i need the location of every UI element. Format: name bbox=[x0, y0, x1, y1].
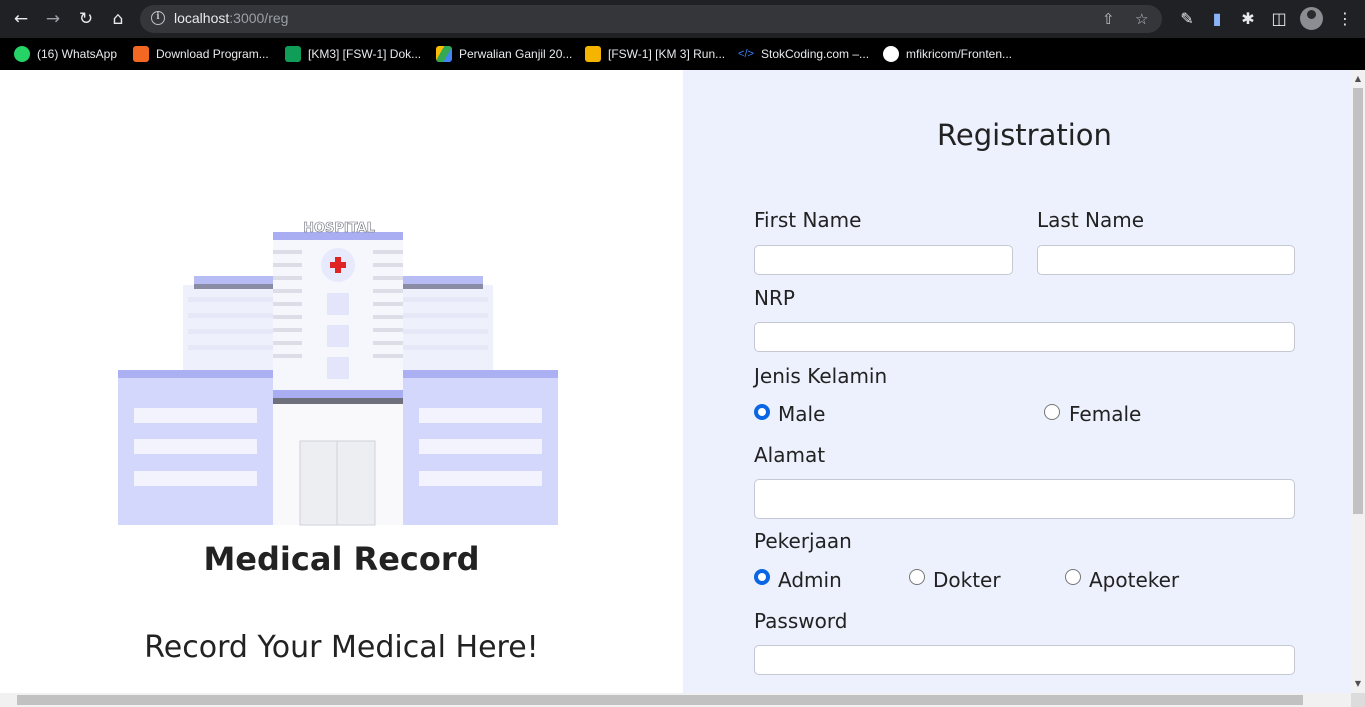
job-label: Pekerjaan bbox=[754, 529, 852, 553]
bookmark-label: Perwalian Ganjil 20... bbox=[459, 47, 573, 61]
page-content: HOSPITAL Medical Record Record Your Medi… bbox=[0, 70, 1365, 693]
address-bar[interactable]: i localhost:3000/reg ⇧ ☆ bbox=[140, 5, 1162, 33]
bookmark-whatsapp[interactable]: (16) WhatsApp bbox=[14, 45, 117, 63]
sheets-icon bbox=[285, 45, 301, 62]
hospital-illustration: HOSPITAL bbox=[118, 221, 558, 526]
bookmark-download[interactable]: Download Program... bbox=[133, 45, 269, 63]
gender-male-radio[interactable] bbox=[754, 404, 770, 420]
blogger-icon bbox=[133, 45, 149, 62]
brand-title: Medical Record bbox=[203, 540, 480, 578]
registration-panel: Registration First Name Last Name NRP Je… bbox=[683, 70, 1351, 693]
url-text: localhost:3000/reg bbox=[174, 10, 288, 26]
first-name-label: First Name bbox=[754, 208, 862, 232]
extensions-puzzle-icon[interactable]: ✱ bbox=[1237, 8, 1259, 30]
bookmark-fsw1[interactable]: [FSW-1] [KM 3] Run... bbox=[585, 45, 725, 63]
bookmarks-bar: (16) WhatsApp Download Program... [KM3] … bbox=[0, 38, 1365, 70]
bookmark-star-icon[interactable]: ☆ bbox=[1135, 10, 1148, 28]
site-info-icon[interactable]: i bbox=[151, 11, 165, 25]
home-icon[interactable]: ⌂ bbox=[107, 8, 129, 30]
job-apoteker-radio[interactable] bbox=[1065, 569, 1081, 585]
gender-female-label: Female bbox=[1069, 402, 1142, 426]
horizontal-scrollbar[interactable] bbox=[0, 693, 1351, 707]
bookmark-label: [FSW-1] [KM 3] Run... bbox=[608, 47, 726, 61]
bookmark-github[interactable]: mfikricom/Fronten... bbox=[883, 45, 1012, 63]
horizontal-scroll-thumb[interactable] bbox=[17, 695, 1303, 705]
nrp-label: NRP bbox=[754, 286, 795, 310]
vertical-scroll-thumb[interactable] bbox=[1353, 88, 1363, 514]
address-label: Alamat bbox=[754, 443, 826, 467]
scroll-down-icon[interactable]: ▼ bbox=[1351, 677, 1365, 691]
bookmark-label: mfikricom/Fronten... bbox=[906, 47, 1013, 61]
password-label: Password bbox=[754, 609, 848, 633]
bookmark-label: [KM3] [FSW-1] Dok... bbox=[308, 47, 422, 61]
reload-icon[interactable]: ↻ bbox=[75, 8, 97, 30]
url-host: localhost bbox=[174, 10, 230, 26]
forward-icon[interactable]: → bbox=[42, 8, 64, 30]
drive-icon bbox=[436, 45, 452, 62]
bookmark-km3[interactable]: [KM3] [FSW-1] Dok... bbox=[285, 45, 421, 63]
side-panel-icon[interactable]: ◫ bbox=[1268, 8, 1290, 30]
extension-pen-icon[interactable]: ✎ bbox=[1176, 8, 1198, 30]
bookmark-stokcoding[interactable]: </> StokCoding.com –... bbox=[738, 45, 869, 63]
vertical-scrollbar[interactable]: ▲ ▼ bbox=[1351, 70, 1365, 693]
password-input[interactable] bbox=[754, 645, 1295, 675]
url-path: :3000/reg bbox=[229, 10, 289, 26]
code-icon: </> bbox=[738, 47, 754, 60]
browser-toolbar: ← → ↻ ⌂ i localhost:3000/reg ⇧ ☆ ✎ ▮ ✱ ◫… bbox=[0, 0, 1365, 38]
bookmark-label: Download Program... bbox=[156, 47, 269, 61]
hospital-sign: HOSPITAL bbox=[303, 221, 375, 236]
bookmark-perwalian[interactable]: Perwalian Ganjil 20... bbox=[436, 45, 572, 63]
whatsapp-icon bbox=[14, 45, 30, 62]
profile-avatar[interactable] bbox=[1300, 7, 1323, 30]
back-icon[interactable]: ← bbox=[10, 8, 32, 30]
slides-icon bbox=[585, 45, 601, 62]
job-dokter-label: Dokter bbox=[933, 568, 1001, 592]
last-name-input[interactable] bbox=[1037, 245, 1295, 275]
brand-panel: HOSPITAL Medical Record Record Your Medi… bbox=[0, 70, 683, 693]
github-icon bbox=[883, 45, 899, 62]
nrp-input[interactable] bbox=[754, 322, 1295, 352]
extension-doc-icon[interactable]: ▮ bbox=[1206, 8, 1228, 30]
gender-label: Jenis Kelamin bbox=[754, 364, 888, 388]
scroll-up-icon[interactable]: ▲ bbox=[1351, 72, 1365, 86]
address-textarea[interactable] bbox=[754, 479, 1295, 519]
gender-female-radio[interactable] bbox=[1044, 404, 1060, 420]
share-icon[interactable]: ⇧ bbox=[1102, 10, 1115, 28]
job-admin-radio[interactable] bbox=[754, 569, 770, 585]
job-apoteker-label: Apoteker bbox=[1089, 568, 1180, 592]
gender-male-label: Male bbox=[778, 402, 826, 426]
job-dokter-radio[interactable] bbox=[909, 569, 925, 585]
first-name-input[interactable] bbox=[754, 245, 1013, 275]
brand-subtitle: Record Your Medical Here! bbox=[144, 630, 539, 665]
job-admin-label: Admin bbox=[778, 568, 842, 592]
scrollbar-corner bbox=[1351, 693, 1365, 707]
bookmark-label: StokCoding.com –... bbox=[761, 47, 870, 61]
menu-icon[interactable]: ⋮ bbox=[1334, 8, 1356, 30]
bookmark-label: (16) WhatsApp bbox=[37, 47, 118, 61]
registration-title: Registration bbox=[937, 118, 1112, 152]
last-name-label: Last Name bbox=[1037, 208, 1145, 232]
